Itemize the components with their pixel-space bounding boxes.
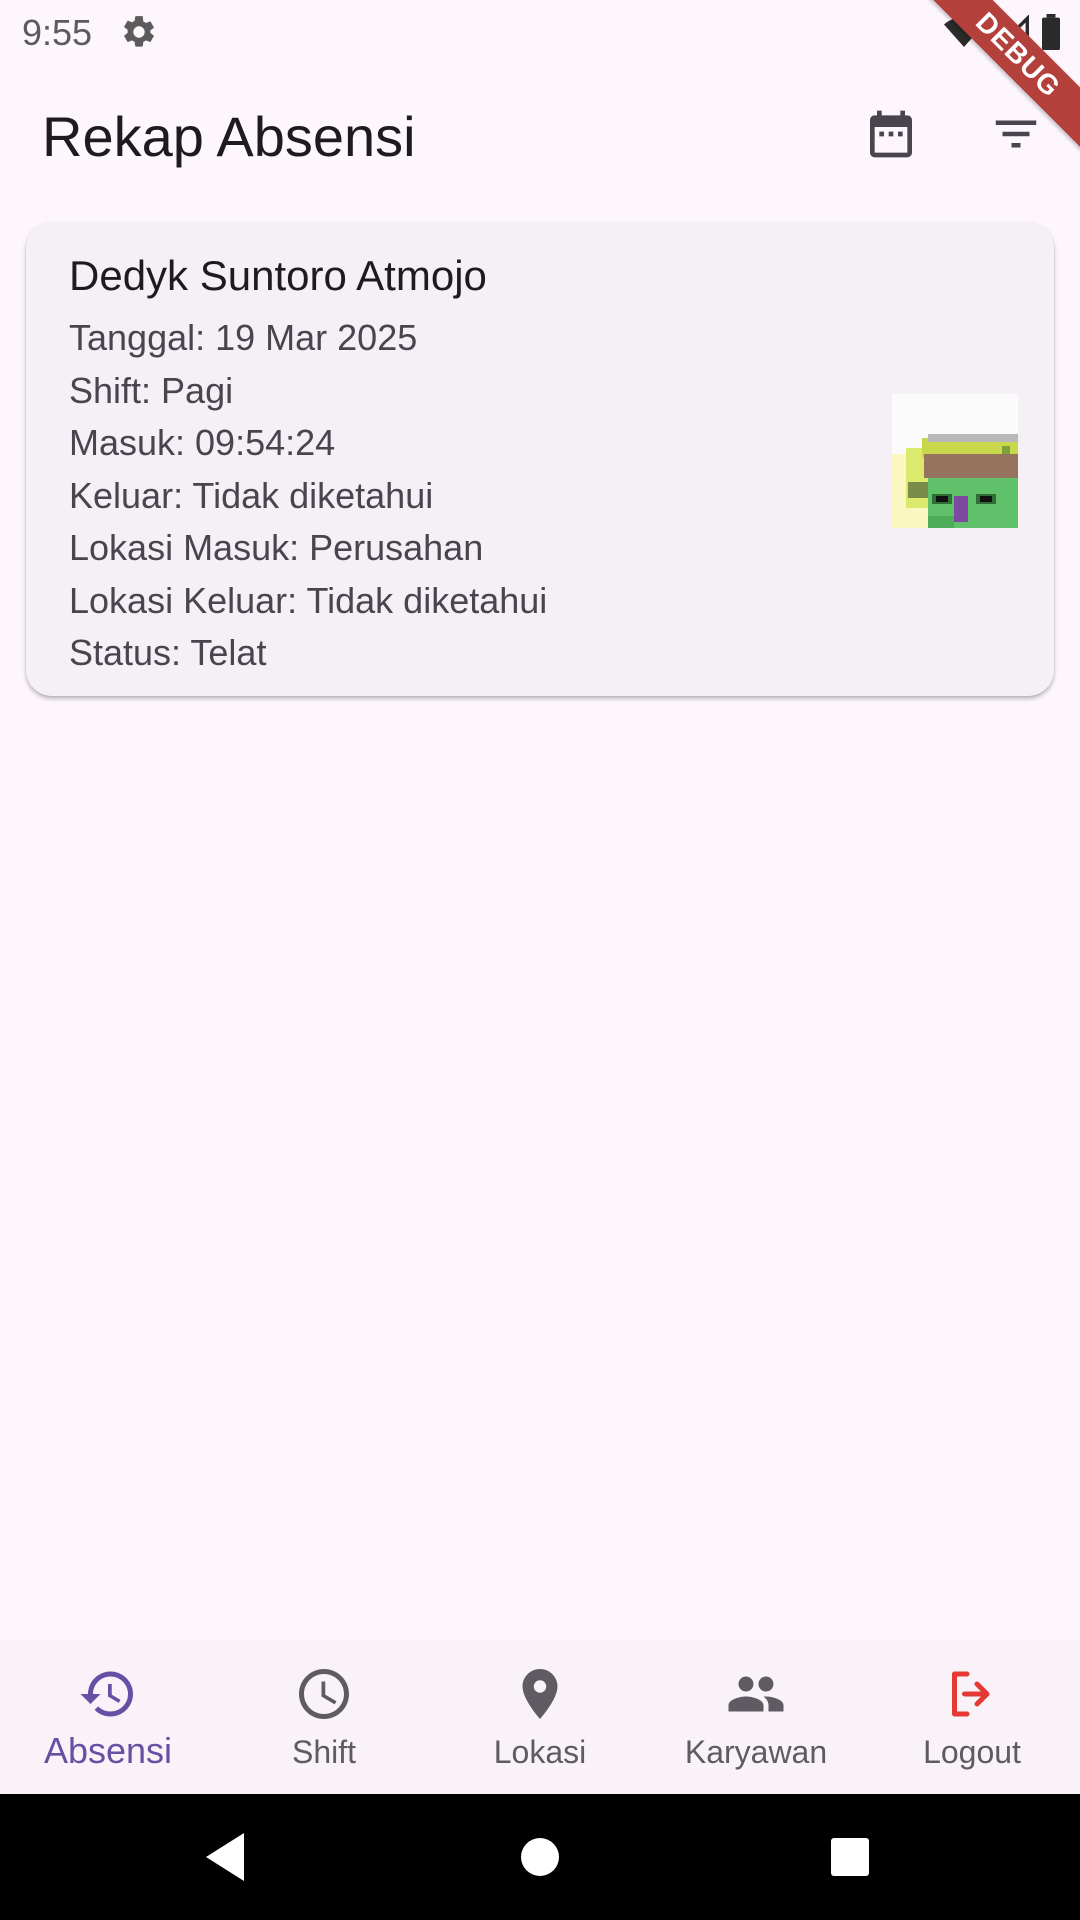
detail-date: Tanggal: 19 Mar 2025 (69, 317, 418, 358)
filter-icon (995, 120, 1037, 148)
detail-status: Status: Telat (69, 632, 267, 673)
history-icon (80, 1671, 133, 1717)
filter-button[interactable] (976, 94, 1056, 174)
app-bar: Rekap Absensi (0, 64, 1080, 204)
recents-icon[interactable] (820, 1827, 880, 1887)
nav-label-shift: Shift (291, 1734, 357, 1770)
calendar-button[interactable] (851, 94, 931, 174)
detail-check-out: Keluar: Tidak diketahui (69, 474, 434, 516)
nav-label-absensi: Absensi (43, 1730, 173, 1771)
clock-icon (299, 1669, 349, 1719)
page-title: Rekap Absensi (42, 105, 416, 168)
status-time: 9:55 (22, 12, 93, 53)
attendance-card[interactable]: Dedyk Suntoro Atmojo Tanggal: 19 Mar 202… (26, 222, 1054, 696)
attendance-details: Tanggal: 19 Mar 2025 Shift: Pagi Masuk: … (69, 312, 547, 680)
system-navigation-bar (0, 1794, 1080, 1920)
nav-item-lokasi[interactable]: Lokasi (432, 1640, 648, 1794)
logout-icon (952, 1671, 990, 1717)
back-icon[interactable] (196, 1827, 256, 1887)
status-bar: 9:55 (0, 0, 1080, 64)
attendance-photo[interactable] (892, 394, 1018, 528)
detail-shift: Shift: Pagi (69, 369, 234, 411)
nav-item-karyawan[interactable]: Karyawan (648, 1640, 864, 1794)
battery-icon (1042, 14, 1060, 50)
calendar-icon (870, 110, 912, 158)
nav-label-lokasi: Lokasi (493, 1734, 587, 1770)
employee-name: Dedyk Suntoro Atmojo (69, 252, 487, 299)
nav-item-logout[interactable]: Logout (864, 1640, 1080, 1794)
nav-label-karyawan: Karyawan (684, 1734, 828, 1770)
bottom-navigation: Absensi Shift Lokasi Karyawan Logout (0, 1640, 1080, 1794)
people-icon (728, 1676, 784, 1712)
detail-check-in: Masuk: 09:54:24 (69, 422, 336, 463)
screen: 9:55 DEBUG Rekap Absensi Dedyk Suntoro A… (0, 0, 1080, 1920)
nav-item-absensi[interactable]: Absensi (0, 1640, 216, 1794)
nav-item-shift[interactable]: Shift (216, 1640, 432, 1794)
nav-label-logout: Logout (923, 1734, 1021, 1770)
detail-check-in-location: Lokasi Masuk: Perusahan (69, 527, 484, 568)
detail-check-out-location: Lokasi Keluar: Tidak diketahui (69, 579, 548, 621)
home-icon[interactable] (510, 1827, 570, 1887)
gear-icon (124, 16, 154, 47)
location-pin-icon (522, 1669, 558, 1719)
